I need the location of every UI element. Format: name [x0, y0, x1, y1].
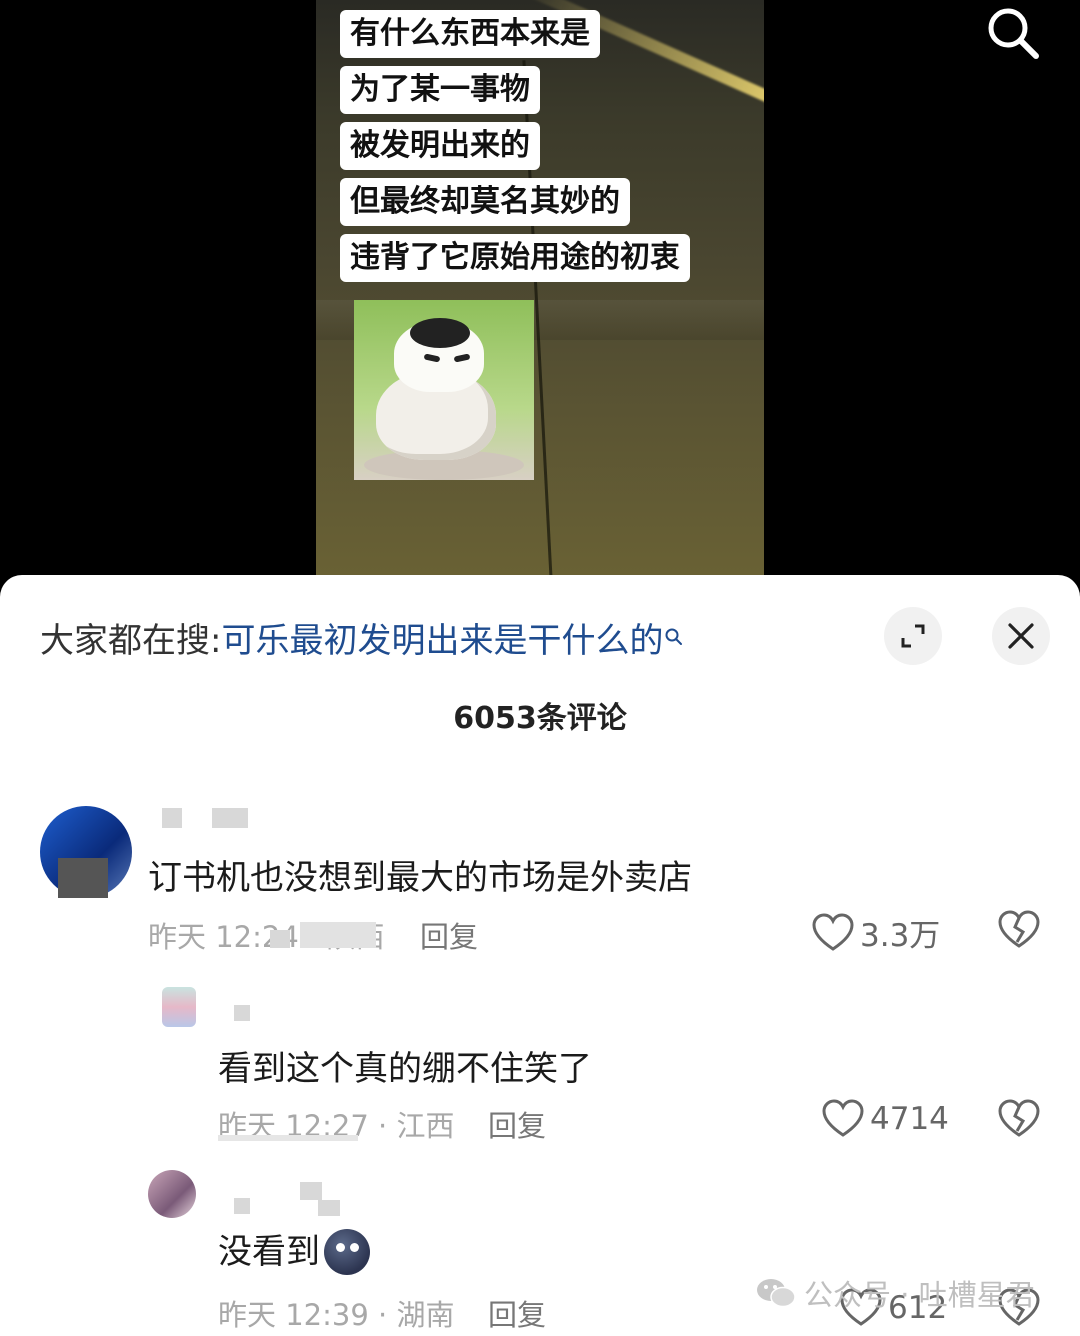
comment-meta: 昨天 12:39 · 湖南 [218, 1298, 455, 1332]
video-caption-2: 为了某一事物 [340, 66, 540, 114]
video-caption-4: 但最终却莫名其妙的 [340, 178, 630, 226]
like-button[interactable]: 3.3万 [812, 910, 940, 955]
reply-button[interactable]: 回复 [488, 1292, 546, 1334]
expand-button[interactable] [884, 607, 942, 665]
username-mosaic [212, 808, 248, 828]
meta-mosaic [300, 922, 376, 948]
heart-icon [812, 912, 854, 951]
watermark-text: 公众号 · 吐槽星君 [804, 1278, 1035, 1312]
cow-sticker-image [354, 300, 534, 480]
heart-icon [822, 1099, 864, 1137]
username-mosaic [162, 808, 182, 828]
reply-button[interactable]: 回复 [488, 1103, 546, 1145]
video-player[interactable]: 有什么东西本来是 为了某一事物 被发明出来的 但最终却莫名其妙的 违背了它原始用… [0, 0, 1080, 585]
video-search-button[interactable] [984, 4, 1044, 64]
dislike-button[interactable] [998, 1099, 1040, 1143]
dislike-button[interactable] [998, 910, 1040, 954]
comment-text: 订书机也没想到最大的市场是外卖店 [148, 858, 692, 898]
comment-text: 看到这个真的绷不住笑了 [218, 1049, 592, 1089]
meta-mosaic [218, 1135, 358, 1141]
like-count: 3.3万 [860, 918, 941, 954]
username-mosaic [234, 1198, 250, 1214]
avatar-mosaic [58, 858, 108, 898]
broken-heart-icon [998, 910, 1040, 948]
meta-mosaic [270, 930, 290, 948]
username-mosaic [318, 1200, 340, 1216]
username-mosaic [234, 1005, 250, 1021]
moon-face-emoji-icon [324, 1228, 370, 1275]
expand-icon [901, 624, 925, 648]
user-avatar[interactable] [162, 987, 196, 1027]
like-count: 4714 [870, 1101, 949, 1137]
user-avatar[interactable] [148, 1170, 196, 1218]
username-mosaic [300, 1182, 322, 1200]
reply-button[interactable]: 回复 [420, 914, 478, 956]
hot-search-link[interactable]: 可乐最初发明出来是干什么的 [221, 621, 663, 661]
wechat-watermark: 公众号 · 吐槽星君 [756, 1272, 1035, 1314]
like-button[interactable]: 4714 [822, 1099, 949, 1139]
small-search-icon [665, 615, 683, 655]
broken-heart-icon [998, 1099, 1040, 1137]
close-icon [1008, 623, 1034, 649]
close-button[interactable] [992, 607, 1050, 665]
hot-search-bar[interactable]: 大家都在搜:可乐最初发明出来是干什么的 [40, 613, 683, 662]
comment-count: 6053条评论 [453, 701, 627, 736]
comment-text: 没看到 [218, 1224, 370, 1277]
comment-text-content: 没看到 [218, 1232, 320, 1272]
wechat-icon [757, 1279, 796, 1308]
video-caption-5: 违背了它原始用途的初衷 [340, 234, 690, 282]
hot-search-prefix: 大家都在搜: [40, 621, 222, 661]
video-caption-3: 被发明出来的 [340, 122, 540, 170]
video-caption-1: 有什么东西本来是 [340, 10, 600, 58]
search-icon [988, 8, 1039, 59]
